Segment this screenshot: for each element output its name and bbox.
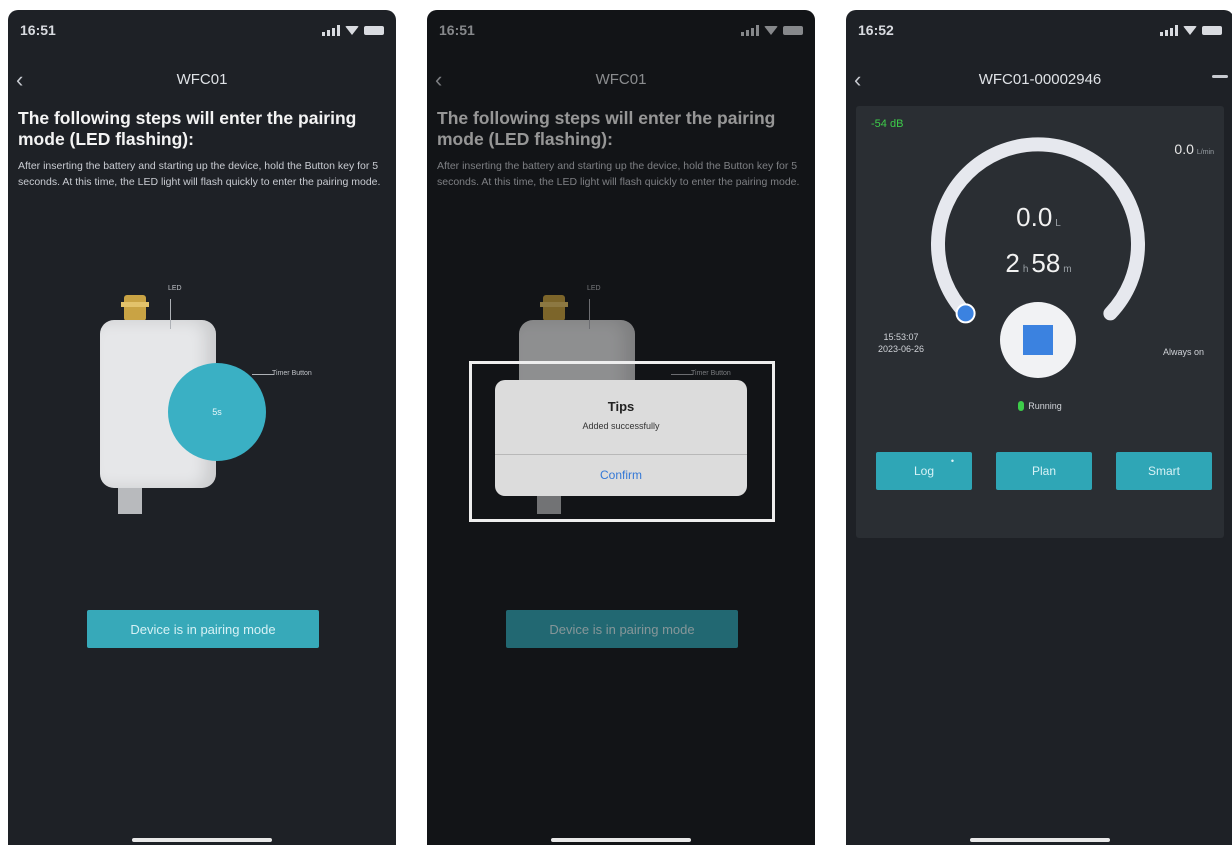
timer-button-label: Timer Button [272,370,312,377]
status-bar: 16:52 [858,18,1222,42]
tips-dialog: Tips Added successfully Confirm [495,380,747,496]
gauge-progress-handle[interactable] [955,303,976,324]
volume-readout: 0.0 L [856,202,1224,233]
running-status: Running [856,401,1224,411]
more-menu-icon[interactable] [1212,75,1228,78]
outlet-pipe [118,488,142,514]
controller-card: -54 dB 0.0 L/min 0.0 L 2 h 58 m 15:53:07 2023… [856,106,1224,538]
dialog-message: Added successfully [582,421,660,431]
tab-smart[interactable]: Smart [1116,452,1212,490]
mode-label: Always on [1162,347,1204,357]
wifi-icon [345,25,359,35]
confirm-button[interactable]: Confirm [495,468,747,482]
status-time: 16:52 [858,22,894,38]
led-label: LED [168,285,182,292]
tab-log[interactable]: Log • [876,452,972,490]
nav-bar: ‹ WFC01-00002946 [846,64,1232,94]
valve-connector [121,295,149,321]
home-indicator [970,838,1110,842]
duration-minutes: 58 [1031,248,1061,278]
status-label: Running [1028,401,1062,411]
pairing-mode-button[interactable]: Device is in pairing mode [87,610,319,648]
device-control-screen: 16:52 ‹ WFC01-00002946 -54 dB 0.0 L/min 0… [846,10,1232,845]
status-time: 16:51 [20,22,56,38]
nav-bar: ‹ WFC01 [8,64,396,94]
notification-badge: • [950,456,954,466]
pairing-success-screen: 16:51 ‹ WFC01 The following steps will e… [427,10,815,845]
running-indicator-icon [1018,401,1025,411]
cellular-signal-icon [1160,24,1178,36]
stop-icon [1023,325,1053,355]
device-illustration: LED 5s Timer Button [96,285,312,525]
home-indicator [132,838,272,842]
dialog-title: Tips [607,399,635,414]
hold-duration-label: 5s [212,407,222,417]
action-tabs: Log • Plan Smart [876,452,1212,490]
back-icon[interactable]: ‹ [854,67,876,93]
volume-value: 0.0 [1016,202,1053,232]
signal-strength: -54 dB [871,118,904,130]
volume-unit: L [1055,218,1061,229]
home-indicator [551,838,691,842]
start-timestamp: 15:53:07 2023-06-26 [866,331,936,355]
duration-readout: 2 h 58 m [1005,248,1072,278]
status-bar: 16:51 [20,18,384,42]
back-icon[interactable]: ‹ [16,67,38,93]
wifi-icon [1183,25,1197,35]
duration-hours: 2 [1005,248,1020,278]
timer-button-highlight: 5s [168,363,266,461]
cellular-signal-icon [322,24,340,36]
start-date: 2023-06-26 [877,344,925,354]
instructions-text: After inserting the battery and starting… [18,160,381,188]
battery-icon [1202,25,1222,35]
stop-button[interactable] [1000,302,1076,378]
start-time: 15:53:07 [883,332,919,342]
pairing-screen: 16:51 ‹ WFC01 The following steps will e… [8,10,396,845]
page-title: WFC01-00002946 [978,70,1102,88]
flow-value: 0.0 [1174,141,1194,157]
page-title: WFC01 [176,70,228,88]
battery-icon [364,25,384,35]
instructions-heading: The following steps will enter the pairi… [18,108,357,149]
tab-plan[interactable]: Plan [996,452,1092,490]
flow-unit: L/min [1196,149,1214,156]
flow-rate: 0.0 L/min [1174,141,1214,157]
